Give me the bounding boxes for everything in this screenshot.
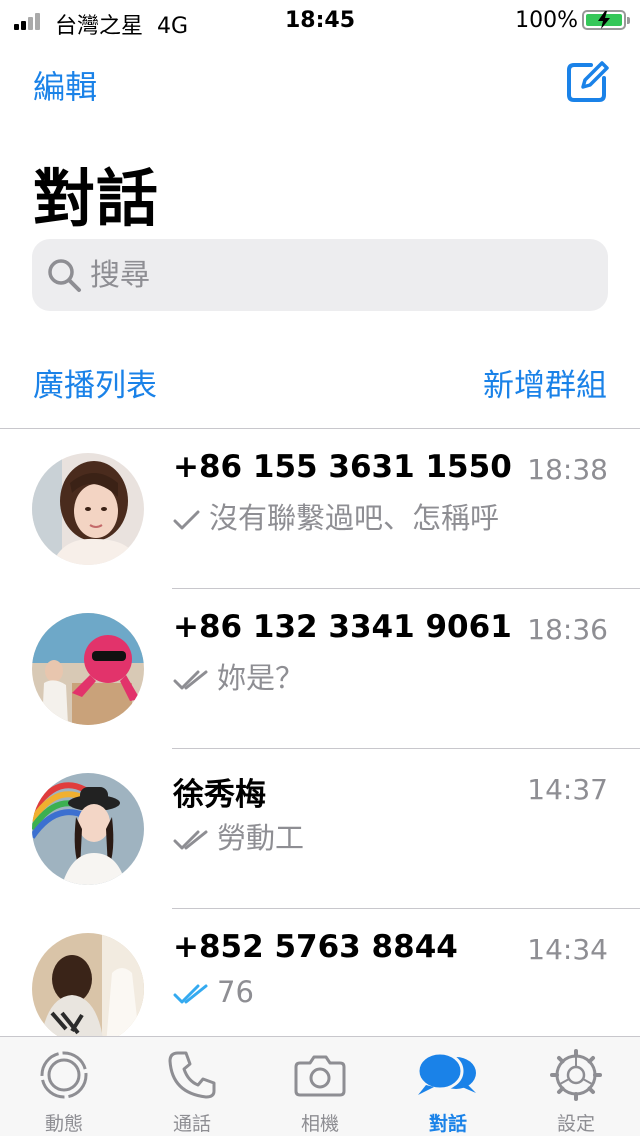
page-title: 對話 [33,162,160,235]
status-bar: 台灣之星 4G 18:45 100% [0,0,640,40]
avatar[interactable] [32,453,144,565]
chat-preview-text: 妳是？ [217,661,305,695]
tab-label: 設定 [556,1113,595,1135]
double-check-icon [173,670,208,690]
chat-preview: 妳是？ [173,655,304,697]
chat-time: 18:36 [527,613,608,646]
avatar[interactable] [32,613,144,725]
chat-time: 18:38 [527,453,608,486]
search-input[interactable] [90,239,590,311]
tab-label: 動態 [44,1113,83,1135]
status-icon [40,1051,88,1099]
chat-name: +86 155 3631 1550 [173,449,512,485]
tab-label: 相機 [300,1113,339,1135]
search-bar[interactable] [32,239,608,311]
avatar[interactable] [32,773,144,885]
tab-bar: 動態 通話 相機 對話 設定 [0,1036,640,1136]
battery-icon [582,10,630,30]
chat-row[interactable]: +86 155 3631 1550 18:38 沒有聯繫過吧、怎稱呼 [0,429,640,589]
edit-button[interactable]: 編輯 [33,62,97,108]
chat-preview-text: 76 [217,975,254,1009]
broadcast-list-link[interactable]: 廣播列表 [33,360,157,405]
tab-settings[interactable]: 設定 [512,1037,640,1136]
camera-icon [294,1055,346,1097]
list-actions: 廣播列表 新增群組 [0,360,640,410]
chat-time: 14:37 [527,773,608,806]
double-check-icon [173,830,208,850]
chat-name: 徐秀梅 [173,777,266,813]
compose-icon[interactable] [565,60,609,104]
search-icon [48,259,81,292]
tab-status[interactable]: 動態 [0,1037,128,1136]
chat-preview: 76 [173,975,254,1009]
tab-label: 通話 [172,1113,211,1135]
chat-name: +852 5763 8844 [173,929,458,965]
tab-camera[interactable]: 相機 [256,1037,384,1136]
avatar[interactable] [32,933,144,1045]
chats-icon [416,1051,476,1095]
read-double-check-icon [173,984,208,1004]
chat-time: 14:34 [527,933,608,966]
chat-preview: 沒有聯繫過吧、怎稱呼 [173,495,499,537]
chat-name: +86 132 3341 9061 [173,609,512,645]
gear-icon [550,1049,602,1101]
tab-chats[interactable]: 對話 [384,1037,512,1136]
battery-percentage: 100% [515,8,578,33]
chat-row[interactable]: 徐秀梅 14:37 勞動工 [0,749,640,909]
tab-label: 對話 [428,1113,467,1135]
chat-preview-text: 沒有聯繫過吧、怎稱呼 [209,501,500,535]
chat-preview: 勞動工 [173,815,304,857]
tab-calls[interactable]: 通話 [128,1037,256,1136]
phone-icon [168,1051,216,1099]
chat-preview-text: 勞動工 [217,821,305,855]
chat-row[interactable]: +86 132 3341 9061 18:36 妳是？ [0,589,640,749]
single-check-icon [173,510,200,530]
new-group-link[interactable]: 新增群組 [483,360,607,405]
